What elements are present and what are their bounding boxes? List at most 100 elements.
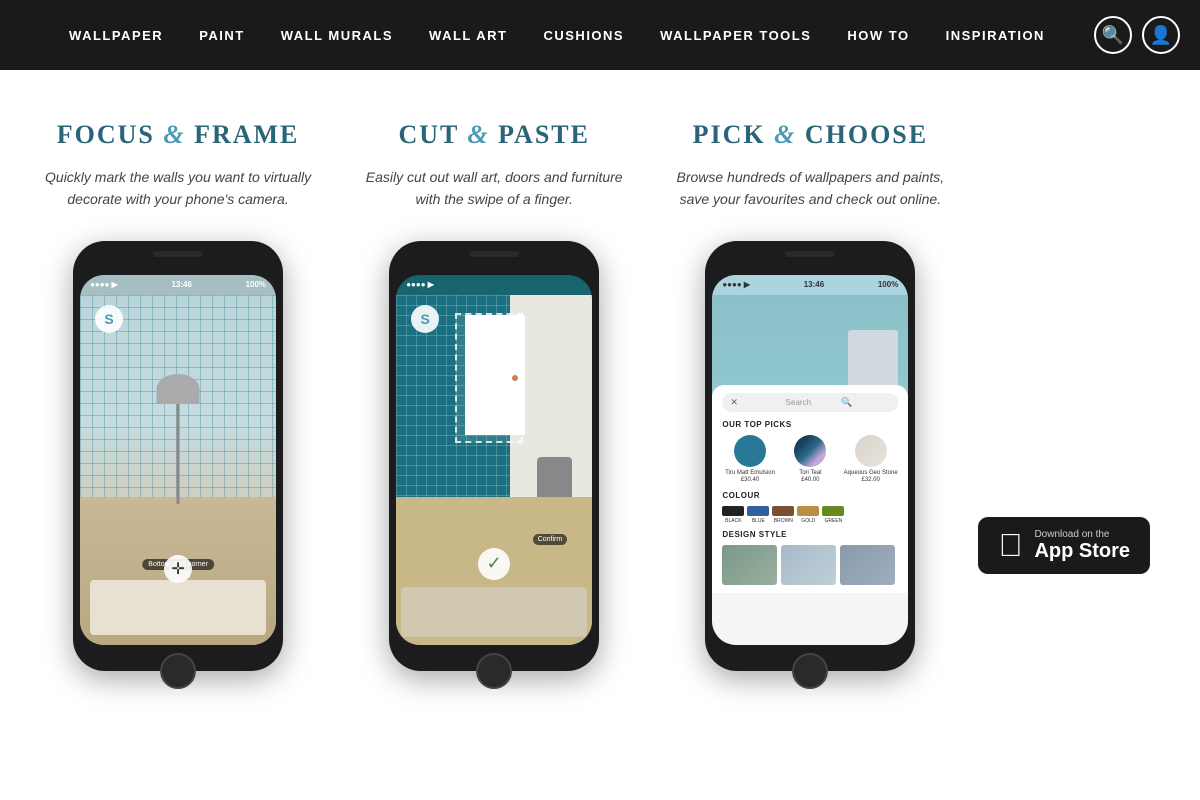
product-circle-2 bbox=[855, 435, 887, 467]
phone-screen-2: ●●●● ▶ S Confirm ✓ bbox=[396, 275, 592, 645]
status-signal-2: ●●●● ▶ bbox=[406, 280, 434, 289]
nav-wallpaper[interactable]: WALLPAPER bbox=[51, 28, 181, 43]
nav-wall-art[interactable]: WALL ART bbox=[411, 28, 525, 43]
colour-label-green: GREEN bbox=[824, 518, 842, 524]
product-item-2[interactable]: Aqueous Geo Stone £32.00 bbox=[843, 435, 898, 483]
pick-choose-desc: Browse hundreds of wallpapers and paints… bbox=[670, 166, 950, 211]
search-placeholder-text: Search bbox=[786, 398, 835, 407]
phone-speaker-1 bbox=[153, 251, 203, 257]
crosshair-icon: ✛ bbox=[164, 555, 192, 583]
rug-2 bbox=[401, 587, 587, 637]
app-logo-2: S bbox=[411, 305, 439, 333]
product-circle-0 bbox=[734, 435, 766, 467]
screen3-hero bbox=[712, 295, 908, 395]
selection-box bbox=[455, 313, 523, 443]
home-button-2[interactable] bbox=[476, 653, 512, 689]
app-logo-1: S bbox=[95, 305, 123, 333]
phone-screen-1: ●●●● ▶ 13:46 100% S Bottom right corner … bbox=[80, 275, 276, 645]
colour-blue[interactable]: BLUE bbox=[747, 506, 769, 524]
appstore-column:  Download on the App Store bbox=[978, 120, 1170, 671]
nav-wall-murals[interactable]: WALL MURALS bbox=[263, 28, 411, 43]
appstore-line1: Download on the bbox=[1034, 529, 1130, 540]
nav-how-to[interactable]: HOW TO bbox=[829, 28, 927, 43]
pick-choose-title: PICK & CHOOSE bbox=[693, 120, 928, 150]
status-battery-3: 100% bbox=[878, 280, 898, 289]
nav-paint[interactable]: PAINT bbox=[181, 28, 263, 43]
content-area: FOCUS & FRAME Quickly mark the walls you… bbox=[0, 70, 1200, 751]
confirm-label: Confirm bbox=[533, 534, 568, 545]
top-picks-row: Tiru Matt Emulsion £30.40 Tori Teal £40.… bbox=[722, 435, 898, 483]
ampersand-icon-3: & bbox=[774, 120, 805, 149]
lamp-1 bbox=[177, 404, 180, 504]
phone-3: ●●●● ▶ 13:46 100% ✕ Search 🔍 bbox=[705, 241, 915, 671]
status-bar-3: ●●●● ▶ 13:46 100% bbox=[712, 275, 908, 295]
home-button-3[interactable] bbox=[792, 653, 828, 689]
basket bbox=[537, 457, 572, 497]
phone-2: ●●●● ▶ S Confirm ✓ bbox=[389, 241, 599, 671]
search-button[interactable]: 🔍 bbox=[1094, 16, 1132, 54]
phone-speaker-2 bbox=[469, 251, 519, 257]
design-thumb-2[interactable] bbox=[840, 545, 895, 585]
phone-speaker-3 bbox=[785, 251, 835, 257]
nav-inspiration[interactable]: INSPIRATION bbox=[928, 28, 1063, 43]
product-preview bbox=[848, 330, 898, 390]
ampersand-icon-2: & bbox=[467, 120, 498, 149]
status-battery-1: 100% bbox=[246, 280, 266, 289]
cut-paste-title: CUT & PASTE bbox=[398, 120, 590, 150]
nav-icon-group: 🔍 👤 bbox=[1094, 16, 1180, 54]
user-icon: 👤 bbox=[1150, 25, 1172, 46]
apple-icon:  bbox=[998, 527, 1022, 564]
colour-label-black: BLACK bbox=[725, 518, 741, 524]
colour-label-blue: BLUE bbox=[752, 518, 765, 524]
design-thumb-0[interactable] bbox=[722, 545, 777, 585]
search-bar[interactable]: ✕ Search 🔍 bbox=[722, 393, 898, 412]
close-search-icon[interactable]: ✕ bbox=[730, 397, 779, 408]
phone-bottom-3 bbox=[712, 645, 908, 689]
top-picks-heading: OUR TOP PICKS bbox=[722, 420, 898, 429]
account-button[interactable]: 👤 bbox=[1142, 16, 1180, 54]
phone-bottom-2 bbox=[396, 645, 592, 689]
appstore-text: Download on the App Store bbox=[1034, 529, 1130, 562]
status-signal-1: ●●●● ▶ bbox=[90, 280, 118, 289]
colour-black[interactable]: BLACK bbox=[722, 506, 744, 524]
status-bar-2: ●●●● ▶ bbox=[396, 275, 592, 295]
colour-row: BLACK BLUE BROWN bbox=[722, 506, 898, 524]
product-price-0: £30.40 bbox=[741, 477, 759, 483]
appstore-badge[interactable]:  Download on the App Store bbox=[978, 517, 1150, 574]
search-icon-inner: 🔍 bbox=[841, 397, 890, 408]
status-time-3: 13:46 bbox=[804, 280, 824, 289]
feature-focus-frame: FOCUS & FRAME Quickly mark the walls you… bbox=[30, 120, 326, 671]
ampersand-icon-1: & bbox=[163, 120, 194, 149]
focus-frame-desc: Quickly mark the walls you want to virtu… bbox=[38, 166, 318, 211]
feature-pick-choose: PICK & CHOOSE Browse hundreds of wallpap… bbox=[662, 120, 958, 671]
appstore-line2: App Store bbox=[1034, 540, 1130, 562]
status-signal-3: ●●●● ▶ bbox=[722, 280, 750, 289]
product-name-1: Tori Teal bbox=[799, 470, 821, 477]
product-price-1: £40.00 bbox=[801, 477, 819, 483]
product-item-0[interactable]: Tiru Matt Emulsion £30.40 bbox=[722, 435, 777, 483]
confirm-button[interactable]: ✓ bbox=[478, 548, 510, 580]
colour-green[interactable]: GREEN bbox=[822, 506, 844, 524]
status-bar-1: ●●●● ▶ 13:46 100% bbox=[80, 275, 276, 295]
search-icon: 🔍 bbox=[1102, 25, 1124, 46]
product-circle-1 bbox=[794, 435, 826, 467]
phone-bottom-1 bbox=[80, 645, 276, 689]
colour-gold[interactable]: GOLD bbox=[797, 506, 819, 524]
design-heading: DESIGN STYLE bbox=[722, 530, 898, 539]
home-button-1[interactable] bbox=[160, 653, 196, 689]
phone-screen-3: ●●●● ▶ 13:46 100% ✕ Search 🔍 bbox=[712, 275, 908, 645]
nav-items: WALLPAPER PAINT WALL MURALS WALL ART CUS… bbox=[20, 28, 1094, 43]
product-name-0: Tiru Matt Emulsion bbox=[725, 470, 775, 477]
nav-cushions[interactable]: CUSHIONS bbox=[525, 28, 642, 43]
design-thumb-1[interactable] bbox=[781, 545, 836, 585]
colour-brown[interactable]: BROWN bbox=[772, 506, 794, 524]
design-row bbox=[722, 545, 898, 585]
phone-1: ●●●● ▶ 13:46 100% S Bottom right corner … bbox=[73, 241, 283, 671]
cut-paste-desc: Easily cut out wall art, doors and furni… bbox=[354, 166, 634, 211]
product-panel: ✕ Search 🔍 OUR TOP PICKS Tiru Matt Emuls… bbox=[712, 385, 908, 593]
product-price-2: £32.00 bbox=[861, 477, 879, 483]
colour-heading: COLOUR bbox=[722, 491, 898, 500]
product-item-1[interactable]: Tori Teal £40.00 bbox=[783, 435, 838, 483]
nav-wallpaper-tools[interactable]: WALLPAPER TOOLS bbox=[642, 28, 829, 43]
rug-1 bbox=[90, 580, 266, 635]
